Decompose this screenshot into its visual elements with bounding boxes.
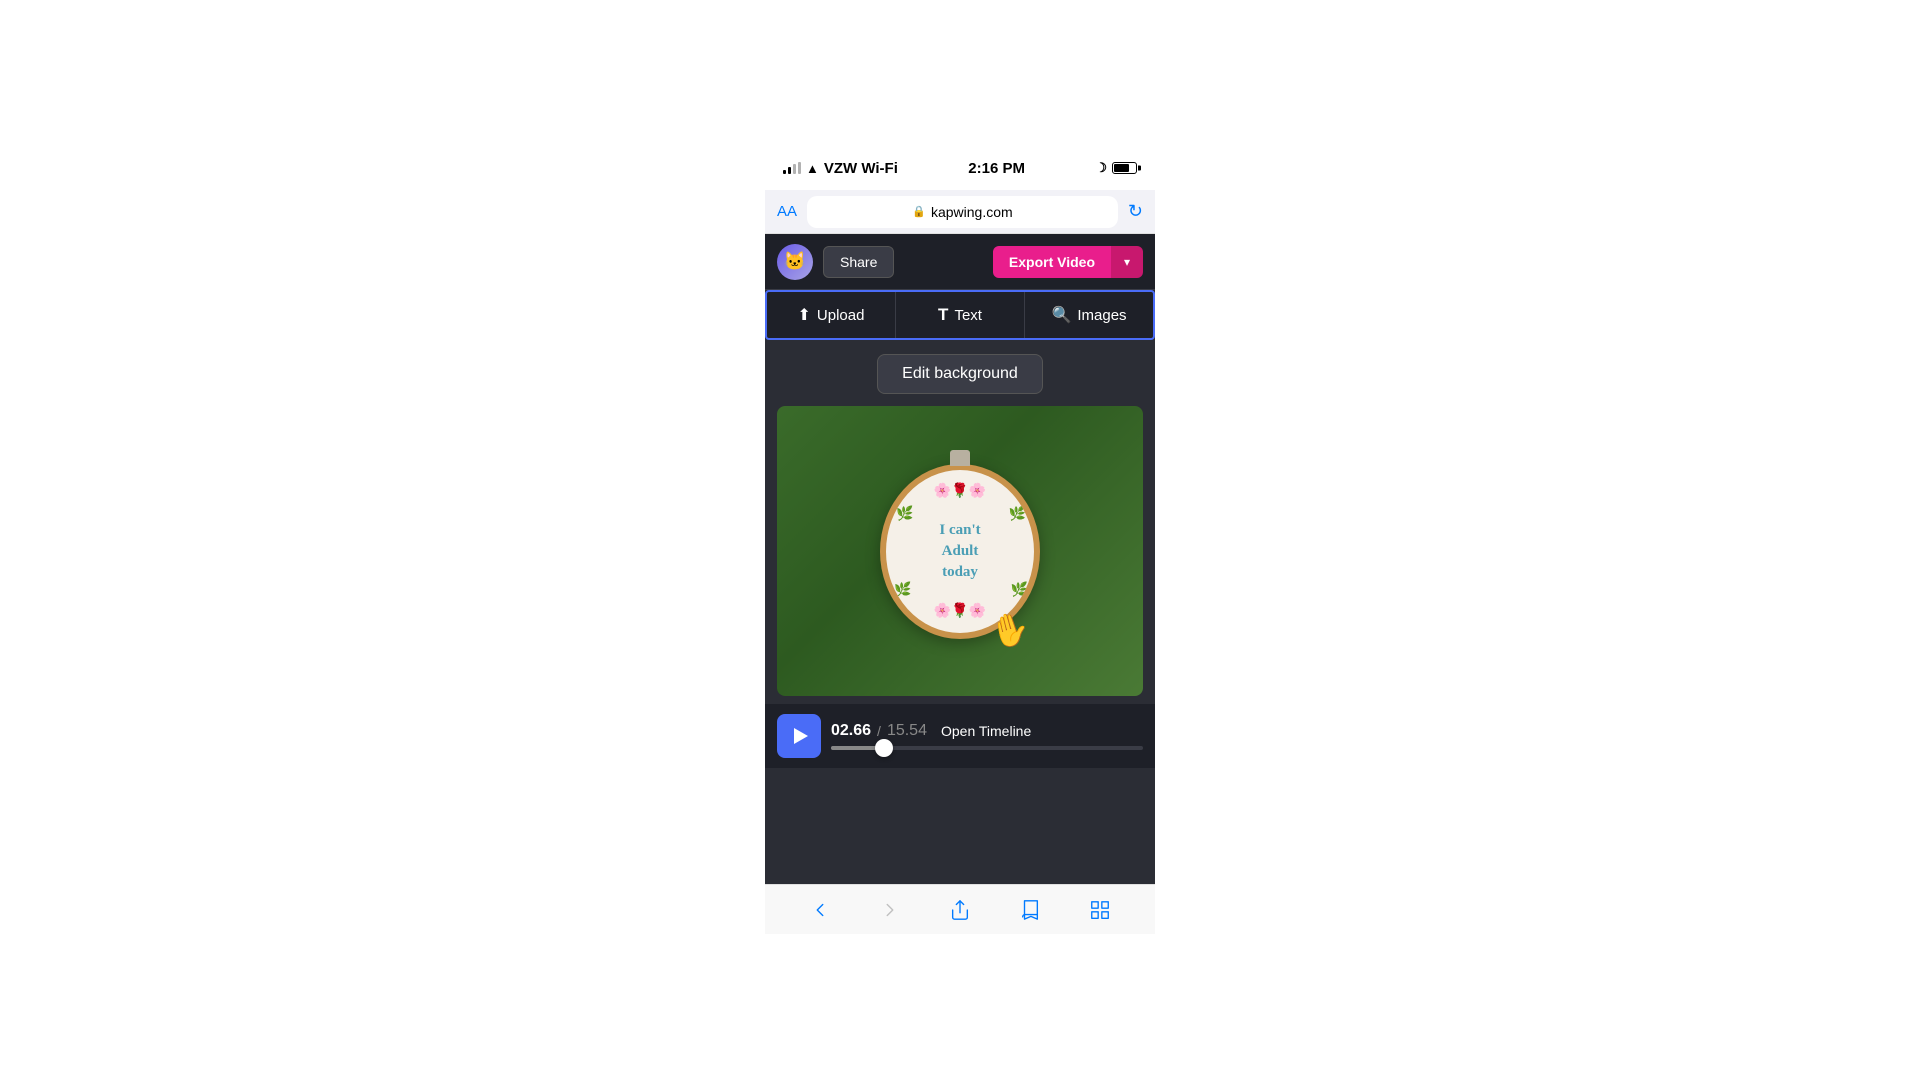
upload-label: Upload (817, 307, 865, 324)
avatar[interactable]: 🐱 (777, 244, 813, 280)
share-icon (949, 899, 971, 921)
share-button[interactable] (942, 892, 978, 928)
back-button[interactable] (802, 892, 838, 928)
app-content: 🐱 Share Export Video ▾ ⬆ Upload T Text 🔍… (765, 234, 1155, 884)
text-icon: T (938, 305, 948, 325)
toolbar-text[interactable]: T Text (896, 292, 1025, 338)
play-icon (794, 728, 808, 744)
bookmarks-button[interactable] (1012, 892, 1048, 928)
battery-icon (1112, 162, 1137, 174)
refresh-button[interactable]: ↻ (1128, 201, 1143, 222)
top-nav: 🐱 Share Export Video ▾ (765, 234, 1155, 290)
play-button[interactable] (777, 714, 821, 758)
browser-bar: AA 🔒 kapwing.com ↻ (765, 190, 1155, 234)
upload-icon: ⬆ (798, 305, 811, 325)
signal-bar-4 (798, 162, 801, 174)
video-preview: 🌸🌹🌸 🌿 🌿 I can't Adult today 🌸🌹🌸 🌿 🌿 (777, 406, 1143, 696)
time-display: 02.66 / 15.54 Open Timeline (831, 722, 1143, 740)
export-video-button[interactable]: Export Video (993, 246, 1111, 278)
total-time: 15.54 (887, 722, 927, 740)
status-right: ☽ (1095, 160, 1137, 176)
hoop-clamp (950, 450, 970, 466)
tabs-icon (1089, 899, 1111, 921)
embroidery-line3: today (939, 562, 980, 583)
share-button[interactable]: Share (823, 246, 894, 278)
flower-br: 🌿 (1011, 581, 1028, 598)
images-search-icon: 🔍 (1051, 305, 1071, 325)
bookmarks-icon (1019, 899, 1041, 921)
edit-background-button[interactable]: Edit background (877, 354, 1043, 394)
flower-right: 🌿 (1009, 505, 1026, 522)
text-label: Text (954, 307, 982, 324)
flower-top: 🌸🌹🌸 (934, 482, 986, 499)
ios-bottom-bar (765, 884, 1155, 934)
back-icon (809, 899, 831, 921)
images-label: Images (1077, 307, 1126, 324)
phone-frame: ▲ VZW Wi-Fi 2:16 PM ☽ AA 🔒 kapwing.com ↻… (765, 146, 1155, 934)
signal-bar-2 (788, 167, 791, 174)
toolbar: ⬆ Upload T Text 🔍 Images (765, 290, 1155, 340)
open-timeline-button[interactable]: Open Timeline (941, 723, 1031, 739)
time-separator: / (877, 723, 881, 739)
embroidery-line2: Adult (939, 541, 980, 562)
toolbar-images[interactable]: 🔍 Images (1025, 292, 1153, 338)
edit-background-area: Edit background (765, 340, 1155, 402)
flower-bl: 🌿 (894, 581, 911, 598)
moon-icon: ☽ (1095, 160, 1107, 176)
signal-bar-3 (793, 164, 796, 174)
time-controls: 02.66 / 15.54 Open Timeline (831, 722, 1143, 750)
current-time: 02.66 (831, 722, 871, 740)
status-bar: ▲ VZW Wi-Fi 2:16 PM ☽ (765, 146, 1155, 190)
url-text: kapwing.com (931, 204, 1013, 220)
flower-bottom: 🌸🌹🌸 (934, 602, 986, 619)
signal-bar-1 (783, 170, 786, 174)
wifi-icon: ▲ (806, 161, 819, 176)
url-bar[interactable]: 🔒 kapwing.com (807, 196, 1118, 228)
embroidery-text: I can't Adult today (939, 520, 980, 583)
tabs-button[interactable] (1082, 892, 1118, 928)
timeline-bar: 02.66 / 15.54 Open Timeline (765, 704, 1155, 768)
carrier-text: VZW Wi-Fi (824, 160, 898, 177)
battery-level (1114, 164, 1129, 172)
signal-bars (783, 162, 801, 174)
hoop-inner: 🌸🌹🌸 🌿 🌿 I can't Adult today 🌸🌹🌸 🌿 🌿 (886, 470, 1034, 633)
progress-bar[interactable] (831, 746, 1143, 750)
toolbar-upload[interactable]: ⬆ Upload (767, 292, 896, 338)
export-dropdown-button[interactable]: ▾ (1111, 246, 1143, 278)
status-left: ▲ VZW Wi-Fi (783, 160, 898, 177)
forward-icon (879, 899, 901, 921)
progress-thumb[interactable] (875, 739, 893, 757)
avatar-emoji: 🐱 (784, 251, 806, 272)
embroidery-line1: I can't (939, 520, 980, 541)
aa-button[interactable]: AA (777, 203, 797, 220)
status-time: 2:16 PM (968, 160, 1025, 177)
flower-left: 🌿 (896, 505, 913, 522)
forward-button[interactable] (872, 892, 908, 928)
lock-icon: 🔒 (912, 205, 926, 218)
